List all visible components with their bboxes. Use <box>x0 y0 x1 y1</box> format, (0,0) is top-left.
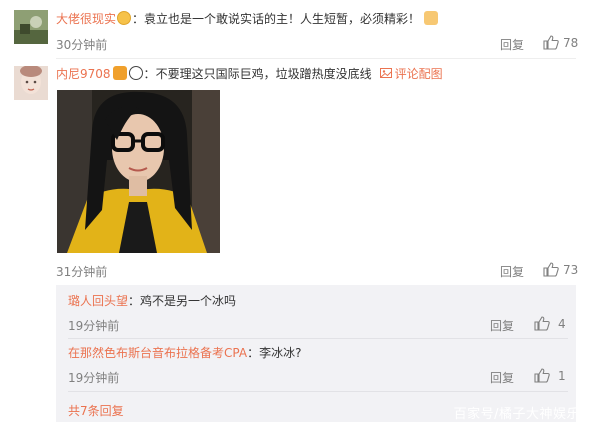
timestamp: 19分钟前 <box>68 371 120 385</box>
more-replies-link[interactable]: 共7条回复 <box>68 402 124 419</box>
comment-line: 内尼9708 ：不要理这只国际巨鸡，垃圾蹭热度没底线 评论配图 <box>56 66 443 82</box>
divider <box>68 391 568 392</box>
username-link[interactable]: 大佬很现实 <box>56 12 116 26</box>
thumbs-up-emoji-icon <box>424 11 439 25</box>
divider <box>68 338 568 339</box>
timestamp: 30分钟前 <box>56 38 108 52</box>
like-button[interactable]: 1 <box>534 368 566 383</box>
colon: ： <box>128 294 141 308</box>
thumbs-up-icon <box>543 35 559 50</box>
reply-button[interactable]: 回复 <box>500 263 524 280</box>
like-count: 78 <box>563 36 579 50</box>
like-button[interactable]: 4 <box>534 316 566 331</box>
comment-line: 大佬很现实 ：袁立也是一个敢说实话的主！人生短暂，必须精彩！ <box>56 11 439 27</box>
reply-button[interactable]: 回复 <box>490 369 514 386</box>
reply-line: 在那然色布斯台音布拉格备考CPA：李冰冰? <box>68 345 301 361</box>
reply-button[interactable]: 回复 <box>490 317 514 334</box>
comment-image-link[interactable]: 评论配图 <box>379 67 443 81</box>
image-icon <box>379 68 392 78</box>
reply-text: 李冰冰? <box>259 346 302 360</box>
thumbs-up-icon <box>534 368 550 383</box>
like-button[interactable]: 73 <box>543 262 578 277</box>
thumbs-up-icon <box>543 262 559 277</box>
timestamp: 19分钟前 <box>68 319 120 333</box>
comment-text: 不要理这只国际巨鸡，垃圾蹭热度没底线 <box>155 67 372 81</box>
colon: ： <box>132 12 145 26</box>
like-count: 1 <box>558 369 566 383</box>
reply-line: 璐人回头望：鸡不是另一个冰吗 <box>68 293 236 309</box>
colon: ： <box>143 67 156 81</box>
thumbs-up-icon <box>534 316 550 331</box>
reply-button[interactable]: 回复 <box>500 36 524 53</box>
colon: ： <box>247 346 260 360</box>
like-button[interactable]: 78 <box>543 35 578 50</box>
avatar[interactable] <box>14 66 48 100</box>
watermark: 百家号/橘子大神娱乐 <box>453 407 580 422</box>
comment-photo[interactable] <box>57 90 220 253</box>
comment-text: 袁立也是一个敢说实话的主！人生短暂，必须精彩！ <box>144 12 421 26</box>
like-count: 4 <box>558 317 566 331</box>
username-link[interactable]: 内尼9708 <box>56 67 111 81</box>
comment-image-label: 评论配图 <box>394 67 443 81</box>
username-link[interactable]: 在那然色布斯台音布拉格备考CPA <box>68 346 247 360</box>
cat-emoji-icon <box>112 66 127 80</box>
divider <box>56 58 576 59</box>
avatar[interactable] <box>14 10 48 44</box>
like-count: 73 <box>563 263 579 277</box>
panda-emoji-icon <box>128 66 143 80</box>
username-link[interactable]: 璐人回头望 <box>68 294 128 308</box>
reply-text: 鸡不是另一个冰吗 <box>140 294 237 308</box>
smile-emoji-icon <box>117 11 132 25</box>
timestamp: 31分钟前 <box>56 265 108 279</box>
